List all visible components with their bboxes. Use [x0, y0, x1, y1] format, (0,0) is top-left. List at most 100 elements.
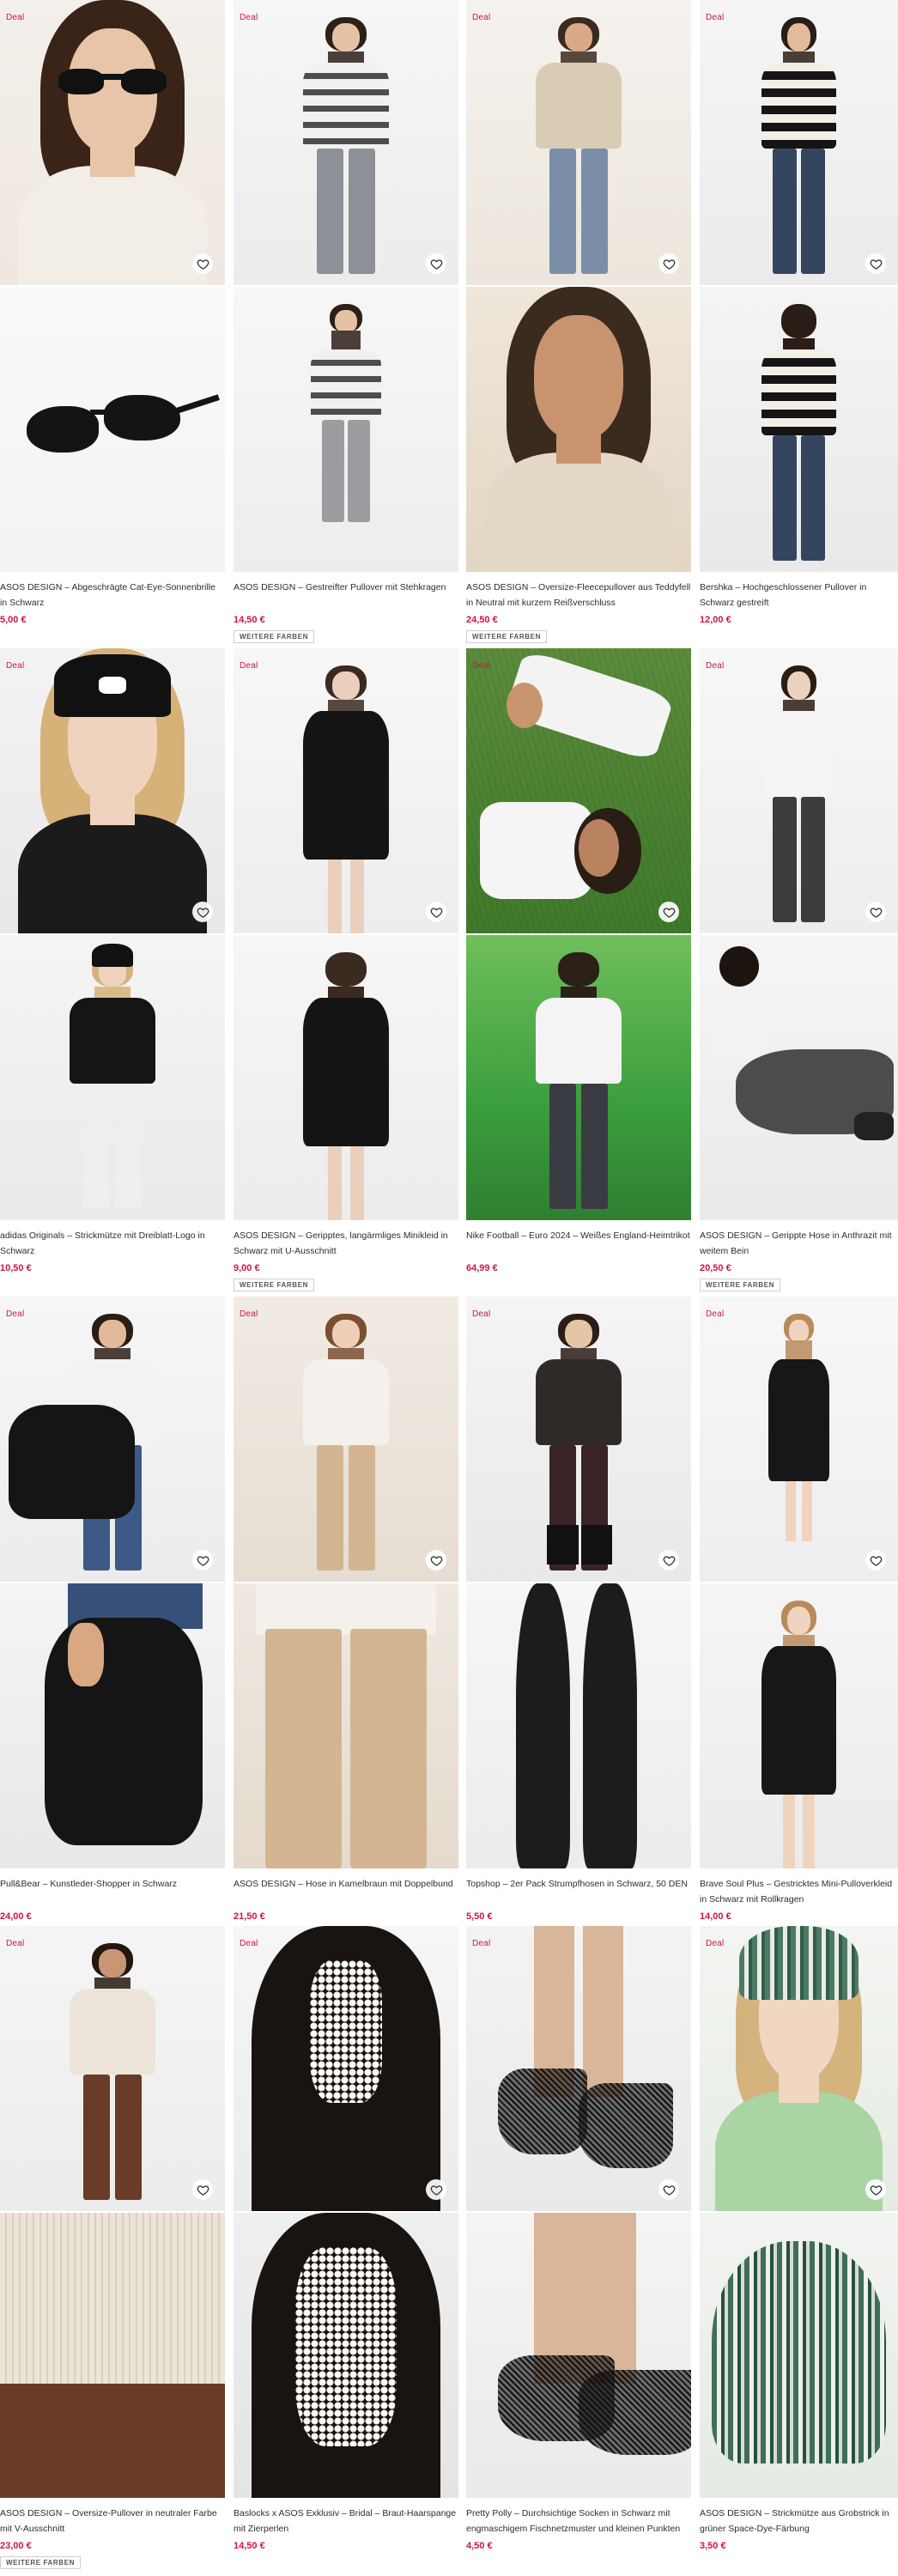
product-image[interactable]: Deal [0, 1297, 225, 1582]
product-image-secondary[interactable] [466, 1583, 691, 1868]
product-card[interactable]: Deal ASOS DESIGN – Gestreifter Pullover m… [234, 0, 458, 643]
product-image-secondary[interactable] [700, 935, 898, 1220]
product-image[interactable]: Deal [0, 0, 225, 285]
bag-shape [9, 1405, 136, 1519]
product-card[interactable]: Deal adidas Originals – Strickmütze mit D… [0, 648, 225, 1276]
top-garment [311, 349, 381, 420]
product-title[interactable]: Topshop – 2er Pack Strumpfhosen in Schwa… [466, 1876, 691, 1907]
product-title[interactable]: ASOS DESIGN – Gerippte Hose in Anthrazit… [700, 1228, 898, 1259]
product-image[interactable]: Deal [0, 648, 225, 933]
product-card[interactable]: Deal Pull&Bear – Kunstleder-Shopper in Sc… [0, 1297, 225, 1924]
right-leg [580, 148, 609, 274]
product-title[interactable]: ASOS DESIGN – Oversize-Fleecepullover au… [466, 580, 691, 611]
product-image-secondary[interactable] [466, 287, 691, 572]
product-image[interactable]: Deal [466, 0, 691, 285]
product-title[interactable]: ASOS DESIGN – Gestreifter Pullover mit S… [234, 580, 458, 611]
wishlist-heart-button[interactable] [192, 902, 213, 922]
deal-badge: Deal [6, 661, 25, 671]
face-shape [565, 1319, 592, 1348]
product-card[interactable]: Deal ASOS DESIGN – Abgeschrägte Cat-Eye-S… [0, 0, 225, 628]
product-card[interactable]: Deal Baslocks x ASOS Exklusiv – Bridal – … [234, 1926, 458, 2554]
product-image[interactable]: Deal [234, 648, 458, 933]
product-image[interactable]: Deal [0, 1926, 225, 2211]
product-card[interactable]: Deal Pretty Polly – Durchsichtige Socken … [466, 1926, 691, 2554]
product-image-secondary[interactable] [0, 935, 225, 1220]
face-shape [99, 1319, 126, 1348]
product-image[interactable]: Deal [234, 0, 458, 285]
wishlist-heart-button[interactable] [658, 1550, 679, 1571]
product-title[interactable]: Baslocks x ASOS Exklusiv – Bridal – Brau… [234, 2506, 458, 2537]
product-card[interactable]: Deal ASOS DESIGN – Hose in Kamelbraun mit… [234, 1297, 458, 1924]
product-card[interactable]: Deal ASOS DESIGN – Oversize-Fleecepullove… [466, 0, 691, 643]
right-leg [350, 859, 364, 933]
product-image[interactable]: Deal [700, 0, 898, 285]
product-card[interactable]: Deal Bershka – Hochgeschlossener Pullover… [700, 0, 898, 628]
product-title[interactable]: ASOS DESIGN – Abgeschrägte Cat-Eye-Sonne… [0, 580, 225, 611]
product-image-secondary[interactable] [0, 2213, 225, 2498]
product-image-secondary[interactable] [234, 935, 458, 1220]
right-leg [348, 1444, 376, 1571]
wishlist-heart-button[interactable] [865, 2179, 886, 2200]
right-leg [803, 1794, 815, 1868]
product-title[interactable]: Brave Soul Plus – Gestricktes Mini-Pullo… [700, 1876, 898, 1907]
product-title[interactable]: ASOS DESIGN – Strickmütze aus Grobstrick… [700, 2506, 898, 2537]
top-garment [303, 63, 389, 149]
right-leg [800, 796, 825, 922]
product-title[interactable]: Bershka – Hochgeschlossener Pullover in … [700, 580, 898, 611]
product-image[interactable]: Deal [700, 1926, 898, 2211]
product-card[interactable]: Deal ASOS DESIGN – Oversize-Pullover in n… [0, 1926, 225, 2569]
wishlist-heart-button[interactable] [192, 253, 213, 274]
product-card[interactable]: Deal ASOS DESIGN – Strickmütze aus Grobst… [700, 1926, 898, 2554]
wishlist-heart-button[interactable] [658, 902, 679, 922]
product-image-secondary[interactable] [0, 1583, 225, 1868]
wishlist-heart-button[interactable] [426, 1550, 446, 1571]
wishlist-heart-button[interactable] [865, 902, 886, 922]
product-title[interactable]: Pretty Polly – Durchsichtige Socken in S… [466, 2506, 691, 2537]
product-card[interactable]: Deal ASOS DESIGN – Geripptes, langärmlige… [234, 648, 458, 1291]
wishlist-heart-button[interactable] [658, 2179, 679, 2200]
wishlist-heart-button[interactable] [658, 253, 679, 274]
wishlist-heart-button[interactable] [426, 2179, 446, 2200]
more-colors-badge: WEITERE FARBEN [234, 630, 314, 643]
product-card[interactable]: Deal Nike Football – Euro 2024 – Weißes E… [466, 648, 691, 1276]
product-image-secondary[interactable] [234, 1583, 458, 1868]
product-title[interactable]: ASOS DESIGN – Geripptes, langärmliges Mi… [234, 1228, 458, 1259]
product-title[interactable]: Pull&Bear – Kunstleder-Shopper in Schwar… [0, 1876, 225, 1907]
product-image-secondary[interactable] [466, 935, 691, 1220]
product-title[interactable]: ASOS DESIGN – Oversize-Pullover in neutr… [0, 2506, 225, 2537]
product-title[interactable]: Nike Football – Euro 2024 – Weißes Engla… [466, 1228, 691, 1259]
product-image[interactable]: Deal [234, 1297, 458, 1582]
product-image[interactable]: Deal [234, 1926, 458, 2211]
product-image[interactable]: Deal [700, 648, 898, 933]
product-image-secondary[interactable] [234, 2213, 458, 2498]
product-card[interactable]: Deal ASOS DESIGN – Gerippte Hose in Anthr… [700, 648, 898, 1291]
product-card[interactable]: Deal Brave Soul Plus – Gestricktes Mini-P… [700, 1297, 898, 1924]
wishlist-heart-button[interactable] [426, 902, 446, 922]
product-image[interactable]: Deal [466, 1297, 691, 1582]
hand-shape [67, 1623, 104, 1686]
product-image[interactable]: Deal [466, 1926, 691, 2211]
wishlist-heart-button[interactable] [192, 1550, 213, 1571]
product-image-secondary[interactable] [234, 287, 458, 572]
product-card[interactable]: Deal Topshop – 2er Pack Strumpfhosen in S… [466, 1297, 691, 1924]
product-title[interactable]: adidas Originals – Strickmütze mit Dreib… [0, 1228, 225, 1259]
product-image[interactable]: Deal [700, 1297, 898, 1582]
product-price: 24,00 € [0, 1911, 32, 1922]
glasses-bridge [99, 74, 126, 80]
hair-shape [719, 946, 760, 987]
product-title[interactable]: ASOS DESIGN – Hose in Kamelbraun mit Dop… [234, 1876, 458, 1907]
product-image-secondary[interactable] [0, 287, 225, 572]
product-price: 20,50 € [700, 1263, 731, 1273]
product-image-secondary[interactable] [700, 287, 898, 572]
product-image-secondary[interactable] [700, 2213, 898, 2498]
wishlist-heart-button[interactable] [865, 1550, 886, 1571]
wishlist-heart-button[interactable] [192, 2179, 213, 2200]
product-image[interactable]: Deal [466, 648, 691, 933]
product-price: 5,50 € [466, 1911, 493, 1922]
wishlist-heart-button[interactable] [426, 253, 446, 274]
product-image-secondary[interactable] [466, 2213, 691, 2498]
sock-shape [579, 2082, 674, 2169]
top-garment [761, 711, 837, 797]
wishlist-heart-button[interactable] [865, 253, 886, 274]
product-image-secondary[interactable] [700, 1583, 898, 1868]
